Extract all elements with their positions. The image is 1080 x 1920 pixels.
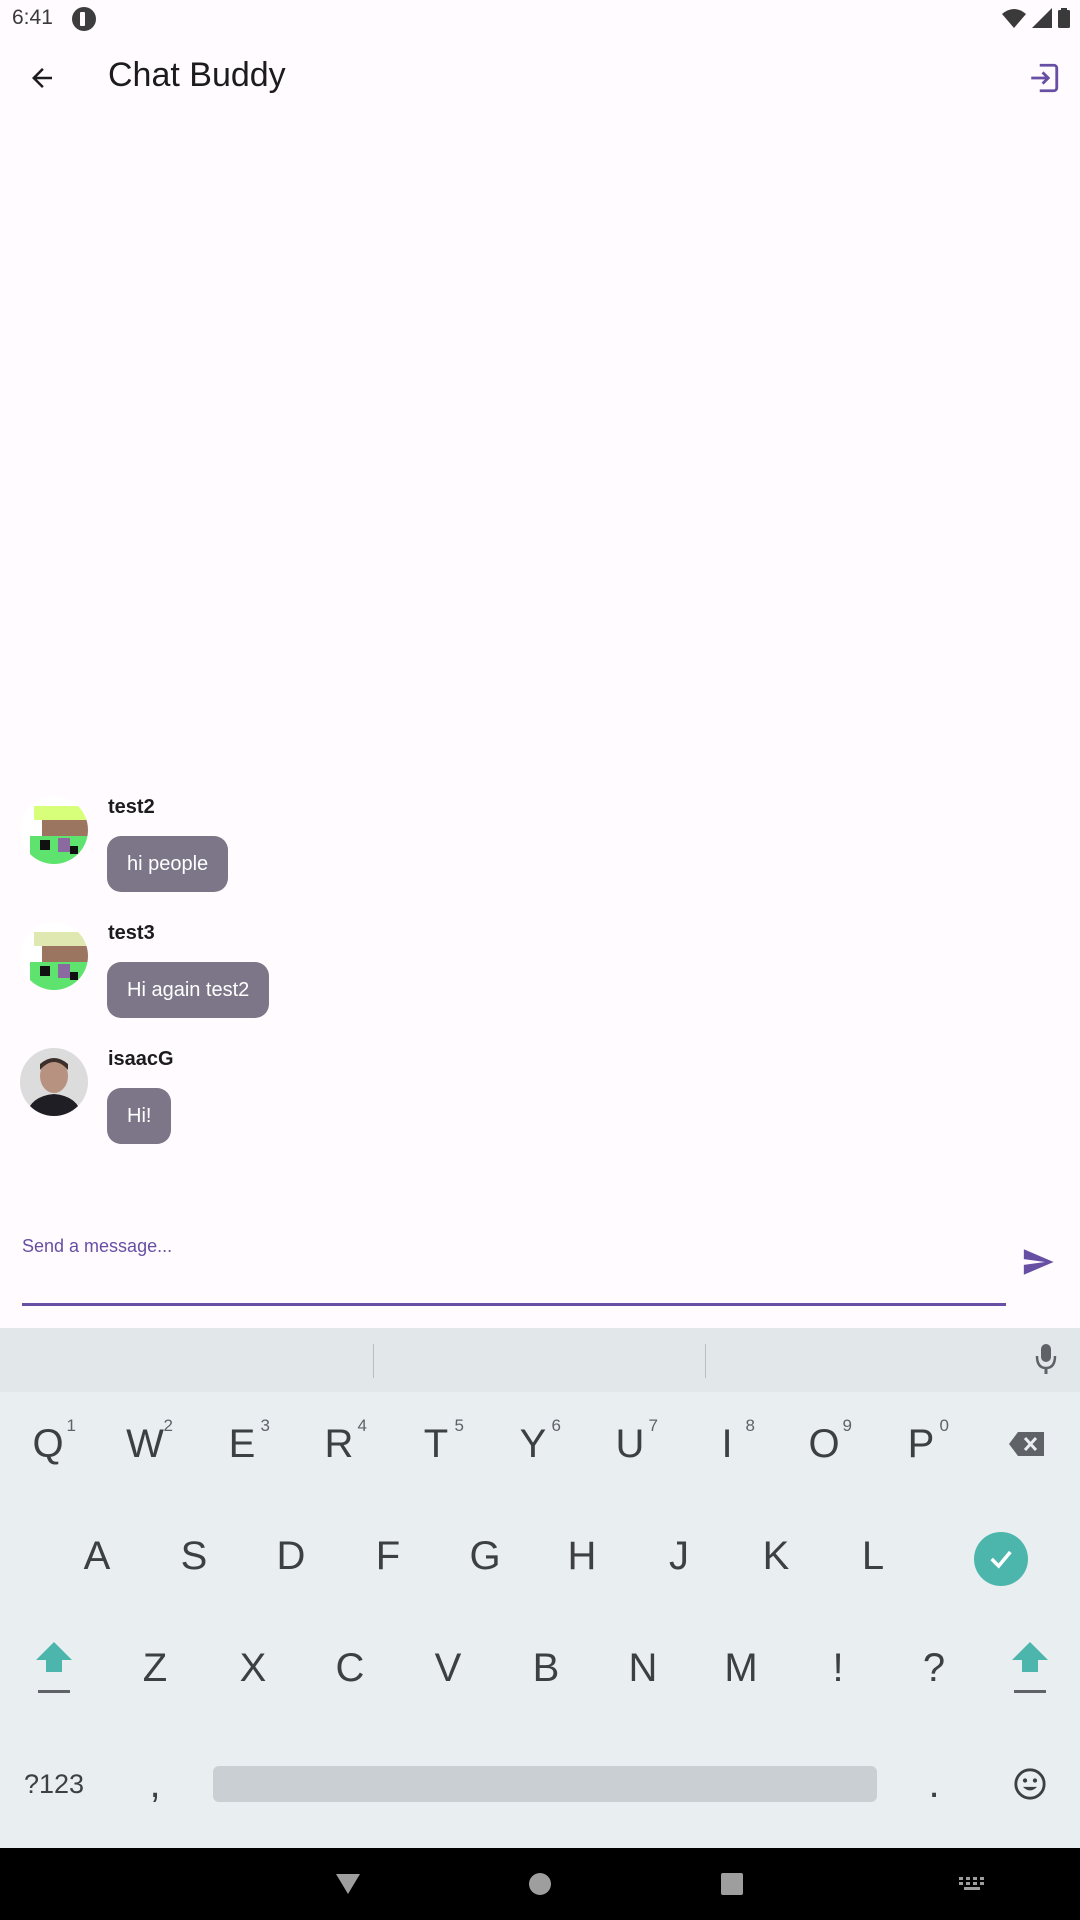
key-k[interactable]: K <box>732 1506 820 1606</box>
key-a[interactable]: A <box>53 1506 141 1606</box>
key-u[interactable]: U7 <box>586 1394 674 1494</box>
pixel-avatar-image <box>20 922 88 990</box>
key-j[interactable]: J <box>635 1506 723 1606</box>
key-x[interactable]: X <box>209 1618 297 1718</box>
message-item: test2 hi people <box>0 790 1080 910</box>
nav-keyboard-switch-button[interactable] <box>954 1866 990 1902</box>
period-key[interactable]: . <box>890 1734 978 1834</box>
back-button[interactable] <box>20 56 64 100</box>
nav-recents-icon <box>721 1873 743 1895</box>
avatar[interactable] <box>20 1048 88 1116</box>
logout-icon <box>1031 63 1059 93</box>
strip-divider <box>373 1344 374 1378</box>
key-t[interactable]: T5 <box>392 1394 480 1494</box>
nav-home-button[interactable] <box>522 1866 558 1902</box>
emoji-icon <box>1014 1768 1046 1800</box>
back-arrow-icon <box>32 68 52 88</box>
shift-key-right[interactable] <box>986 1618 1074 1718</box>
message-bubble: Hi again test2 <box>107 962 270 1018</box>
pixel-avatar-image <box>20 796 88 864</box>
sender-name: test2 <box>108 796 155 818</box>
status-time: 6:41 <box>12 6 53 29</box>
send-button[interactable] <box>1016 1240 1060 1284</box>
wifi-icon <box>1002 9 1026 28</box>
nav-home-icon <box>529 1873 551 1895</box>
strip-divider <box>705 1344 706 1378</box>
soft-keyboard: Q1 W2 E3 R4 T5 Y6 U7 I8 O9 P0 A S D F G … <box>0 1328 1080 1848</box>
message-bubble: hi people <box>107 836 229 892</box>
symbols-key[interactable]: ?123 <box>10 1734 98 1834</box>
key-r[interactable]: R4 <box>295 1394 383 1494</box>
signal-icon <box>1032 8 1052 28</box>
send-icon <box>1023 1249 1054 1275</box>
key-c[interactable]: C <box>306 1618 394 1718</box>
nav-back-icon <box>336 1874 360 1894</box>
key-s[interactable]: S <box>150 1506 238 1606</box>
space-key[interactable] <box>213 1766 877 1802</box>
key-l[interactable]: L <box>829 1506 917 1606</box>
battery-icon <box>1058 8 1070 28</box>
mic-icon[interactable] <box>1034 1342 1058 1376</box>
app-notification-icon <box>72 7 96 31</box>
key-f[interactable]: F <box>344 1506 432 1606</box>
avatar[interactable] <box>20 922 88 990</box>
status-icons <box>1002 8 1070 28</box>
shift-key-left[interactable] <box>10 1618 98 1718</box>
message-bubble: Hi! <box>107 1088 172 1144</box>
backspace-icon <box>1009 1432 1044 1456</box>
nav-recents-button[interactable] <box>714 1866 750 1902</box>
nav-back-button[interactable] <box>330 1866 366 1902</box>
message-composer <box>0 1210 1080 1328</box>
key-w[interactable]: W2 <box>101 1394 189 1494</box>
app-bar: Chat Buddy <box>0 36 1080 120</box>
suggestion-strip <box>0 1328 1080 1392</box>
checkmark-icon <box>990 1550 1012 1569</box>
key-question[interactable]: ? <box>890 1618 978 1718</box>
shift-icon <box>36 1642 72 1693</box>
page-title: Chat Buddy <box>108 56 286 94</box>
status-bar: 6:41 <box>0 0 1080 36</box>
key-b[interactable]: B <box>502 1618 590 1718</box>
message-item: test3 Hi again test2 <box>0 916 1080 1036</box>
comma-key[interactable]: , <box>111 1734 199 1834</box>
key-h[interactable]: H <box>538 1506 626 1606</box>
key-o[interactable]: O9 <box>780 1394 868 1494</box>
key-n[interactable]: N <box>599 1618 687 1718</box>
system-nav-bar <box>0 1848 1080 1920</box>
key-v[interactable]: V <box>404 1618 492 1718</box>
emoji-key[interactable] <box>986 1734 1074 1834</box>
key-d[interactable]: D <box>247 1506 335 1606</box>
key-exclamation[interactable]: ! <box>794 1618 882 1718</box>
avatar[interactable] <box>20 796 88 864</box>
keyboard-icon <box>959 1877 984 1890</box>
key-p[interactable]: P0 <box>877 1394 965 1494</box>
backspace-key[interactable] <box>983 1394 1071 1494</box>
key-i[interactable]: I8 <box>683 1394 771 1494</box>
sender-name: test3 <box>108 922 155 944</box>
key-q[interactable]: Q1 <box>4 1394 92 1494</box>
key-m[interactable]: M <box>697 1618 785 1718</box>
message-input[interactable] <box>22 1226 1006 1306</box>
shift-icon <box>1012 1642 1048 1693</box>
key-e[interactable]: E3 <box>198 1394 286 1494</box>
message-item: isaacG Hi! <box>0 1042 1080 1162</box>
key-y[interactable]: Y6 <box>489 1394 577 1494</box>
sender-name: isaacG <box>108 1048 174 1070</box>
key-g[interactable]: G <box>441 1506 529 1606</box>
photo-avatar-image <box>20 1048 88 1116</box>
key-z[interactable]: Z <box>111 1618 199 1718</box>
logout-button[interactable] <box>1020 54 1068 102</box>
enter-key[interactable] <box>974 1532 1028 1586</box>
